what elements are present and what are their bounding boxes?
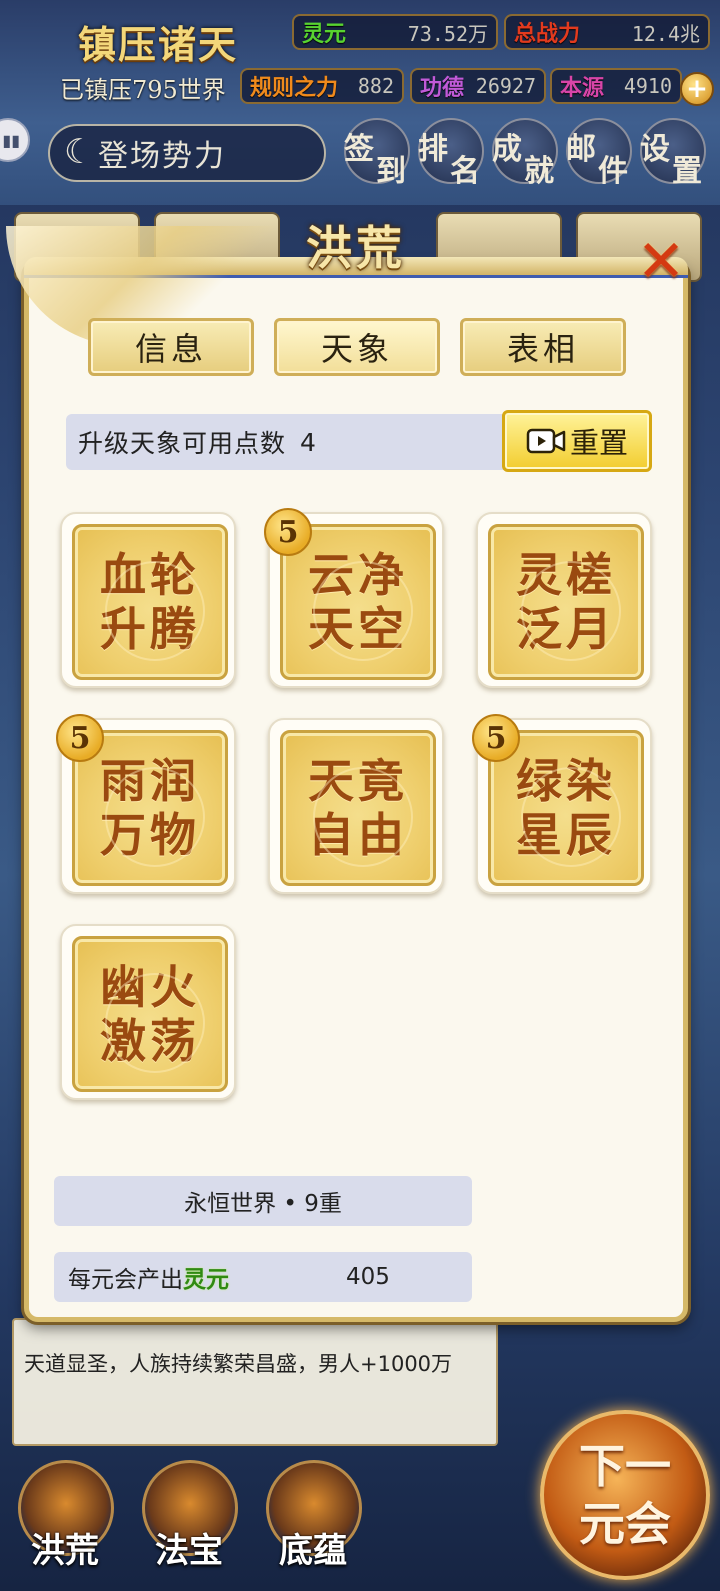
resource-value: 882 [357,74,394,98]
dialog-title: 洪荒 [306,221,406,275]
phenomenon-card[interactable]: 血轮 升腾 [60,512,236,688]
settings-button[interactable]: 设置 [640,118,706,189]
nav-char: 成 [492,132,522,167]
resource-value: 73.52万 [407,21,488,46]
output-prefix: 每元会产出 [68,1267,183,1293]
bottom-tab-label: 底蕴 [279,1531,347,1571]
achievement-button[interactable]: 成就 [492,118,558,189]
nav-char: 就 [524,154,554,189]
phenomenon-face: 天竟 自由 [280,730,436,886]
tab-phenomena[interactable]: 天象 [274,318,440,376]
output-resource: 灵元 [183,1267,229,1293]
resource-lingyuan: 灵元 73.52万 [292,14,498,50]
nav-char: 签 [344,132,374,167]
next-epoch-label-2: 元会 [579,1497,671,1551]
phenomenon-name-line1: 绿染 [516,754,616,808]
level-badge: 5 [472,714,520,762]
phenomenon-name-line1: 幽火 [100,960,200,1014]
phenomenon-name-line1: 灵槎 [516,548,616,602]
resource-label: 本源 [560,75,605,101]
bottom-tab-diyun[interactable]: 底蕴 [258,1460,368,1571]
nav-char: 排 [418,132,448,167]
top-hud: 镇压诸天 已镇压795世界 灵元 73.52万 总战力 12.4兆 规则之力 8… [0,0,720,205]
phenomenon-name-line2: 升腾 [100,602,200,656]
phenomenon-name-line2: 自由 [308,808,408,862]
phenomenon-card[interactable]: 云净 天空 5 [264,508,444,688]
phenomenon-card[interactable]: 灵槎 泛月 [476,512,652,688]
event-log-text: 天道显圣，人族持续繁荣昌盛，男人+1000万 [24,1352,453,1376]
side-drawer-handle[interactable]: ▮▮ [0,118,30,162]
level-badge: 5 [56,714,104,762]
resource-label: 功德 [420,75,465,101]
tab-label: 信息 [134,330,207,368]
resource-merit: 功德 26927 [410,68,546,104]
world-tier-text: 永恒世界 • 9重 [184,1191,342,1217]
reset-button[interactable]: 重置 [502,410,652,472]
phenomenon-name-line1: 天竟 [308,754,408,808]
game-title: 镇压诸天 [78,22,239,67]
tab-info[interactable]: 信息 [88,318,254,376]
phenomenon-name-line1: 血轮 [100,548,200,602]
phenomenon-name-line1: 雨润 [100,754,200,808]
bottom-tab-label: 洪荒 [31,1531,99,1571]
reset-label: 重置 [569,426,628,460]
nav-char: 到 [376,154,406,189]
resource-value: 12.4兆 [631,21,700,46]
tab-label: 表相 [506,330,579,368]
nav-char: 件 [598,154,628,189]
bottom-tab-fabao[interactable]: 法宝 [134,1460,244,1571]
phenomenon-face: 灵槎 泛月 [488,524,644,680]
next-epoch-button[interactable]: 下一 元会 [540,1410,710,1580]
crescent-icon: ☾ [64,132,97,172]
level-badge: 5 [264,508,312,556]
suppressed-worlds-count: 已镇压795世界 [60,76,226,104]
phenomenon-card[interactable]: 绿染 星辰 5 [472,714,652,894]
ranking-button[interactable]: 排名 [418,118,484,189]
phenomenon-name-line1: 云净 [308,548,408,602]
next-epoch-label-1: 下一 [579,1439,671,1493]
phenomenon-card[interactable]: 天竟 自由 [268,718,444,894]
phenomenon-card[interactable]: 幽火 激荡 [60,924,236,1100]
mail-button[interactable]: 邮件 [566,118,632,189]
resource-origin: 本源 4910 [550,68,682,104]
resource-value: 26927 [475,74,536,98]
appear-forces-label: 登场势力 [98,139,226,174]
sign-in-button[interactable]: 签到 [344,118,410,189]
upgrade-points-value: 4 [300,427,317,457]
upgrade-points-bar: 升级天象可用点数 4 [66,414,526,470]
tab-label: 天象 [320,330,393,368]
phenomenon-name-line2: 万物 [100,808,200,862]
resource-rule-power: 规则之力 882 [240,68,404,104]
nav-char: 邮 [566,132,596,167]
event-log: 天道显圣，人族持续繁荣昌盛，男人+1000万 [12,1318,498,1446]
appear-forces-button[interactable]: ☾ 登场势力 [48,124,326,182]
output-bar: 每元会产出 灵元 405 [54,1252,472,1302]
phenomenon-name-line2: 激荡 [100,1014,200,1068]
video-camera-icon [526,428,566,454]
resource-label: 规则之力 [250,75,339,101]
resource-label: 总战力 [514,21,581,47]
tab-appearance[interactable]: 表相 [460,318,626,376]
phenomenon-face: 血轮 升腾 [72,524,228,680]
phenomenon-name-line2: 天空 [308,602,408,656]
resource-label: 灵元 [302,21,347,47]
output-value: 405 [346,1264,390,1290]
plus-icon[interactable]: + [680,72,714,106]
bottom-tab-label: 法宝 [155,1531,223,1571]
nav-char: 置 [672,154,702,189]
upgrade-points-label: 升级天象可用点数 [78,429,287,458]
resource-combat-power: 总战力 12.4兆 [504,14,710,50]
phenomenon-name-line2: 星辰 [516,808,616,862]
phenomenon-face: 幽火 激荡 [72,936,228,1092]
nav-char: 名 [450,154,480,189]
nav-char: 设 [640,132,670,167]
close-icon[interactable]: ✕ [632,232,690,290]
phenomenon-name-line2: 泛月 [516,602,616,656]
phenomenon-card[interactable]: 雨润 万物 5 [56,714,236,894]
resource-value: 4910 [623,74,672,98]
bottom-tab-honghuang[interactable]: 洪荒 [10,1460,120,1571]
world-tier-bar: 永恒世界 • 9重 [54,1176,472,1226]
